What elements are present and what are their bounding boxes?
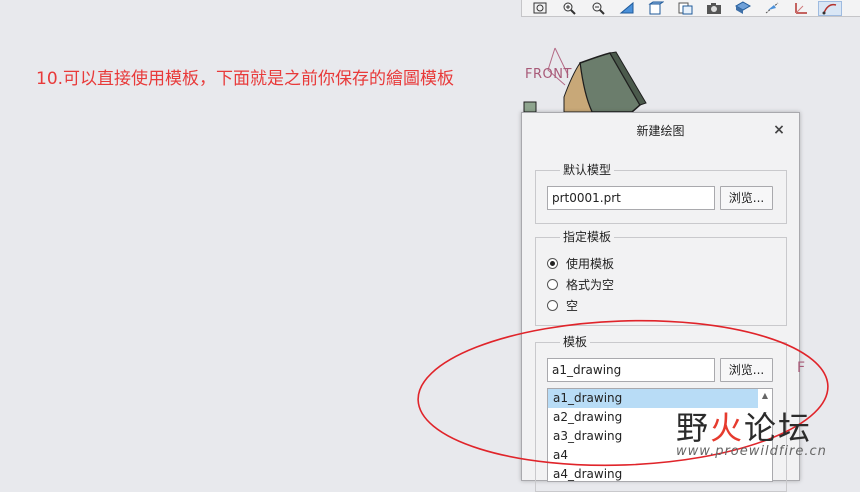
flame-glyph: 火 (710, 409, 745, 447)
default-model-input[interactable]: prt0001.prt (547, 186, 715, 210)
radio-label: 格式为空 (566, 277, 615, 292)
dialog-title: 新建绘图 (636, 124, 685, 138)
radio-use-template[interactable]: 使用模板 (547, 254, 614, 272)
radio-button[interactable] (547, 278, 558, 290)
zoom-out-icon[interactable] (586, 1, 610, 16)
radio-empty-with-format[interactable]: 格式为空 (547, 275, 614, 293)
instruction-annotation: 10.可以直接使用模板，下面就是之前你保存的繪圖模板 (36, 69, 455, 89)
default-model-legend: 默认模型 (560, 162, 615, 178)
zoom-in-icon[interactable] (557, 1, 581, 16)
camera-icon[interactable] (702, 1, 726, 16)
datum-display-icon[interactable] (760, 1, 784, 16)
sketch-icon[interactable] (818, 0, 842, 16)
radio-label: 空 (566, 298, 579, 313)
watermark-text: 野 (676, 409, 711, 447)
watermark-text: 论坛 (744, 409, 813, 447)
template-spec-legend: 指定模板 (560, 229, 615, 245)
template-legend: 模板 (560, 334, 591, 350)
template-browse-button[interactable]: 浏览... (720, 358, 773, 382)
radio-button-selected[interactable] (547, 257, 558, 269)
plane-display-icon[interactable] (615, 1, 639, 16)
shading-icon[interactable] (731, 1, 755, 16)
list-item-selected[interactable]: a1_drawing (548, 389, 758, 408)
scroll-up-icon[interactable]: ▲ (758, 389, 772, 403)
view-toolbar (521, 0, 860, 17)
default-model-browse-button[interactable]: 浏览... (720, 186, 773, 210)
template-input[interactable]: a1_drawing (547, 358, 715, 382)
list-item[interactable]: a4_drawing (548, 465, 758, 481)
forum-watermark: 野火论坛 www.proewildfire.cn (676, 410, 827, 459)
close-icon[interactable]: × (771, 122, 787, 138)
radio-label: 使用模板 (566, 256, 615, 271)
watermark-url: www.proewildfire.cn (676, 444, 827, 459)
radio-empty[interactable]: 空 (547, 296, 578, 314)
datum-label-fragment: F (797, 360, 806, 376)
radio-button[interactable] (547, 299, 558, 311)
view-orient-icon[interactable] (644, 1, 668, 16)
front-datum-label: FRONT (525, 67, 572, 82)
saved-views-icon[interactable] (673, 1, 697, 16)
coordinate-icon[interactable] (789, 1, 813, 16)
zoom-fit-icon[interactable] (528, 1, 552, 16)
